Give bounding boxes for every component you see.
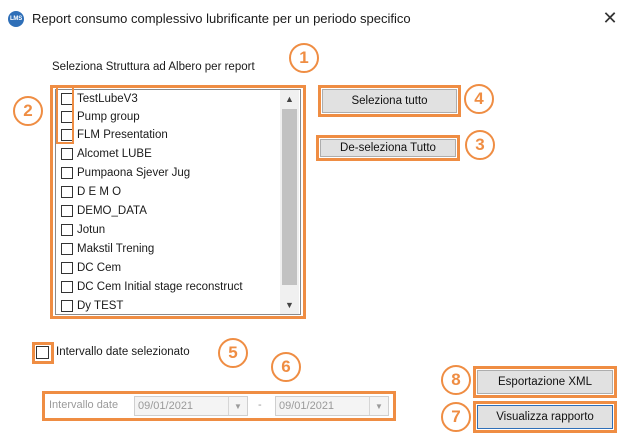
tree-item-label: DEMO_DATA (77, 205, 147, 217)
tree-item-checkbox[interactable] (61, 205, 73, 217)
tree-item-label: Jotun (77, 224, 106, 236)
tree-item-label: DC Cem Initial stage reconstruct (77, 281, 243, 293)
tree-item-label: D E M O (77, 186, 122, 198)
tree-item-label: DC Cem (77, 262, 122, 274)
date-range-label: Intervallo date (49, 399, 119, 411)
window-title: Report consumo complessivo lubrificante … (32, 11, 411, 26)
show-report-button[interactable]: Visualizza rapporto (477, 405, 613, 429)
chevron-up-icon[interactable]: ▲ (280, 90, 299, 108)
chevron-down-icon[interactable]: ▼ (228, 397, 247, 415)
date-range-checkbox-label: Intervallo date selezionato (56, 346, 190, 358)
annotation-badge-3: 3 (465, 130, 495, 160)
chevron-down-icon[interactable]: ▼ (280, 296, 299, 314)
annotation-badge-1: 1 (289, 43, 319, 73)
tree-item[interactable]: D E M O (61, 183, 121, 201)
tree-item[interactable]: DC Cem Initial stage reconstruct (61, 278, 243, 296)
tree-item-label: FLM Presentation (77, 129, 168, 141)
export-xml-button[interactable]: Esportazione XML (477, 370, 613, 394)
tree-section-label: Seleziona Struttura ad Albero per report (52, 61, 255, 73)
tree-item[interactable]: DEMO_DATA (61, 202, 147, 220)
select-all-button[interactable]: Seleziona tutto (322, 89, 457, 113)
end-date-picker[interactable]: 09/01/2021 ▼ (275, 396, 389, 416)
scrollbar-thumb[interactable] (282, 109, 297, 285)
tree-item-checkbox[interactable] (61, 167, 73, 179)
tree-item-checkbox[interactable] (61, 262, 73, 274)
app-logo-icon: LMS (8, 11, 24, 27)
checkbox-highlight-frame (56, 86, 74, 144)
close-icon[interactable]: ✕ (598, 6, 622, 30)
tree-item-checkbox[interactable] (61, 186, 73, 198)
annotation-badge-4: 4 (464, 84, 494, 114)
tree-item-label: TestLubeV3 (77, 93, 138, 105)
deselect-all-button[interactable]: De-seleziona Tutto (320, 139, 456, 157)
tree-item[interactable]: Jotun (61, 221, 105, 239)
tree-item-checkbox[interactable] (61, 224, 73, 236)
annotation-badge-7: 7 (441, 402, 471, 432)
tree-item-label: Pumpaona Sjever Jug (77, 167, 191, 179)
tree-item-label: Alcomet LUBE (77, 148, 152, 160)
tree-item-label: Pump group (77, 111, 140, 123)
tree-item-checkbox[interactable] (61, 148, 73, 160)
date-range-checkbox[interactable] (36, 346, 49, 359)
tree-item[interactable]: Dy TEST (61, 297, 124, 314)
tree-item[interactable]: FLM Presentation (61, 126, 168, 144)
annotation-badge-8: 8 (441, 365, 471, 395)
tree-item[interactable]: DC Cem (61, 259, 121, 277)
end-date-value: 09/01/2021 (279, 400, 335, 412)
annotation-badge-5: 5 (218, 338, 248, 368)
start-date-picker[interactable]: 09/01/2021 ▼ (134, 396, 248, 416)
annotation-badge-2: 2 (13, 96, 43, 126)
structure-tree-list[interactable]: TestLubeV3 Pump group FLM Presentation A… (55, 89, 301, 315)
tree-item-checkbox[interactable] (61, 281, 73, 293)
tree-item-label: Makstil Trening (77, 243, 155, 255)
tree-item-checkbox[interactable] (61, 300, 73, 312)
start-date-value: 09/01/2021 (138, 400, 194, 412)
annotation-badge-6: 6 (271, 352, 301, 382)
tree-item[interactable]: Makstil Trening (61, 240, 154, 258)
tree-item-checkbox[interactable] (61, 243, 73, 255)
tree-item-label: Dy TEST (77, 300, 124, 312)
tree-item[interactable]: Pumpaona Sjever Jug (61, 164, 190, 182)
tree-item[interactable]: Alcomet LUBE (61, 145, 152, 163)
chevron-down-icon[interactable]: ▼ (369, 397, 388, 415)
date-separator: - (258, 399, 262, 411)
